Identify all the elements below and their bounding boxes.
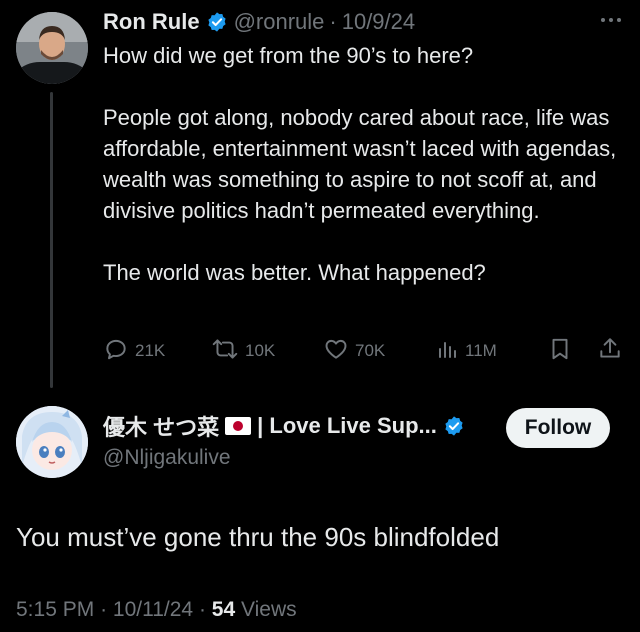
author-handle[interactable]: @ronrule [234,9,325,35]
reply-time[interactable]: 5:15 PM [16,598,94,621]
views-count: 54 [211,598,236,621]
tweet-paragraph: People got along, nobody cared about rac… [103,105,617,223]
tweet-date[interactable]: 10/9/24 [342,9,415,35]
reply-date[interactable]: 10/11/24 [113,598,193,621]
reply-icon [103,336,135,367]
reply-button[interactable]: 21K [103,336,165,366]
reply-tweet-text: You must’ve gone thru the 90s blindfolde… [16,522,500,552]
nljigakulive-avatar[interactable] [16,406,88,478]
reply-author-suffix[interactable]: | Love Live Sup... [257,413,437,439]
bookmark-button[interactable] [547,336,579,366]
meta-separator: · [198,598,206,621]
header-separator: · [329,9,337,34]
repost-icon [211,336,245,367]
tweet-paragraph: The world was better. What happened? [103,260,486,285]
parent-tweet-header: Ron Rule @ronrule · 10/9/24 [103,7,415,37]
tweet-actions: 21K 10K 70K 11M [103,336,623,366]
like-button[interactable]: 70K [323,336,385,366]
ellipsis-icon[interactable] [600,8,622,29]
verified-badge-icon [443,415,465,437]
reply-count: 21K [135,341,166,360]
like-count: 70K [355,341,386,360]
meta-separator: · [100,598,108,621]
heart-icon [323,336,355,367]
follow-button[interactable]: Follow [506,408,610,448]
parent-tweet-text: How did we get from the 90’s to here? Pe… [103,40,623,288]
reply-meta: 5:15 PM · 10/11/24 · 54 Views [16,598,297,622]
views-button[interactable]: 11M [435,336,497,366]
repost-button[interactable]: 10K [211,336,275,366]
view-count: 11M [465,341,497,360]
bookmark-icon [547,336,579,367]
reply-author-name[interactable]: 優木 せつ菜 [103,410,219,442]
author-name[interactable]: Ron Rule [103,9,200,35]
ron-rule-avatar[interactable] [16,12,88,84]
tweet-paragraph: How did we get from the 90’s to here? [103,43,474,68]
share-button[interactable] [597,336,629,366]
reply-tweet-header: 優木 せつ菜 | Love Live Sup... [103,410,471,442]
views-label: Views [240,598,297,621]
japan-flag-icon [225,417,252,435]
share-icon [597,336,629,367]
reply-author-handle[interactable]: @Nljigakulive [103,446,231,470]
repost-count: 10K [245,341,276,360]
analytics-icon [435,336,465,367]
verified-badge-icon [206,11,228,33]
thread-line [50,92,53,388]
